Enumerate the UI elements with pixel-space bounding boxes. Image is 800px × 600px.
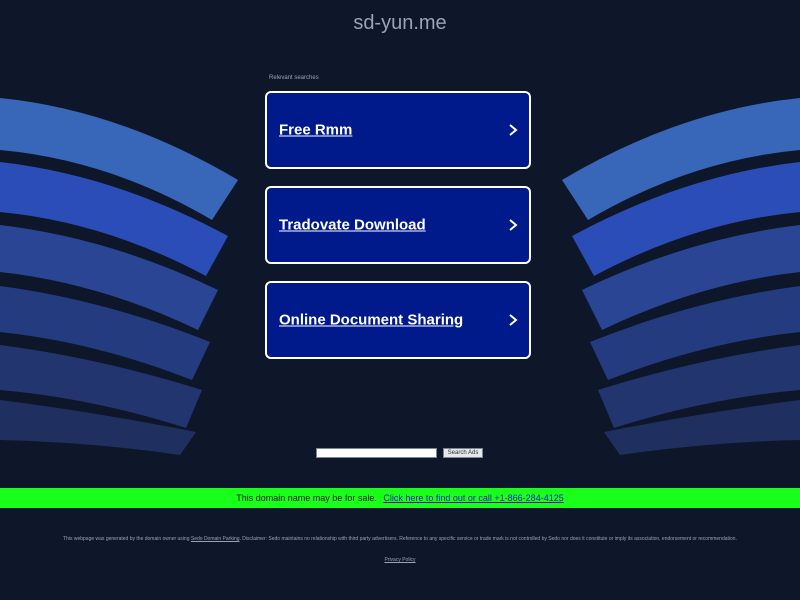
page: sd-yun.me Relevant searches Free Rmm Tra… [0,0,800,600]
chevron-right-icon [509,219,518,231]
relevant-search-label[interactable]: Online Document Sharing [279,312,463,329]
privacy-policy-link[interactable]: Privacy Policy [384,557,415,563]
disclaimer-prefix: This webpage was generated by the domain… [63,536,190,542]
domain-title: sd-yun.me [353,12,447,34]
relevant-search-link-online-document-sharing[interactable]: Online Document Sharing [265,281,531,359]
domain-sale-bar: This domain name may be for sale. Click … [0,488,800,508]
sedo-domain-parking-link[interactable]: Sedo Domain Parking [191,536,240,542]
privacy-policy: Privacy Policy [0,557,800,563]
left-waves [0,98,238,455]
chevron-right-icon [509,314,518,326]
search-ads-button[interactable]: Search Ads [443,448,483,458]
relevant-searches-label: Relevant searches [269,75,319,81]
disclaimer-suffix: . Disclaimer: Sedo maintains no relation… [239,536,737,542]
right-waves [562,98,800,455]
relevant-search-label[interactable]: Free Rmm [279,122,352,139]
relevant-search-link-tradovate-download[interactable]: Tradovate Download [265,186,531,264]
chevron-right-icon [509,124,518,136]
disclaimer: This webpage was generated by the domain… [40,536,760,543]
sale-link[interactable]: Click here to find out or call +1-866-28… [383,493,563,503]
search-input[interactable] [316,448,437,458]
relevant-search-link-free-rmm[interactable]: Free Rmm [265,91,531,169]
relevant-search-label[interactable]: Tradovate Download [279,217,426,234]
sale-text: This domain name may be for sale. [236,493,377,503]
